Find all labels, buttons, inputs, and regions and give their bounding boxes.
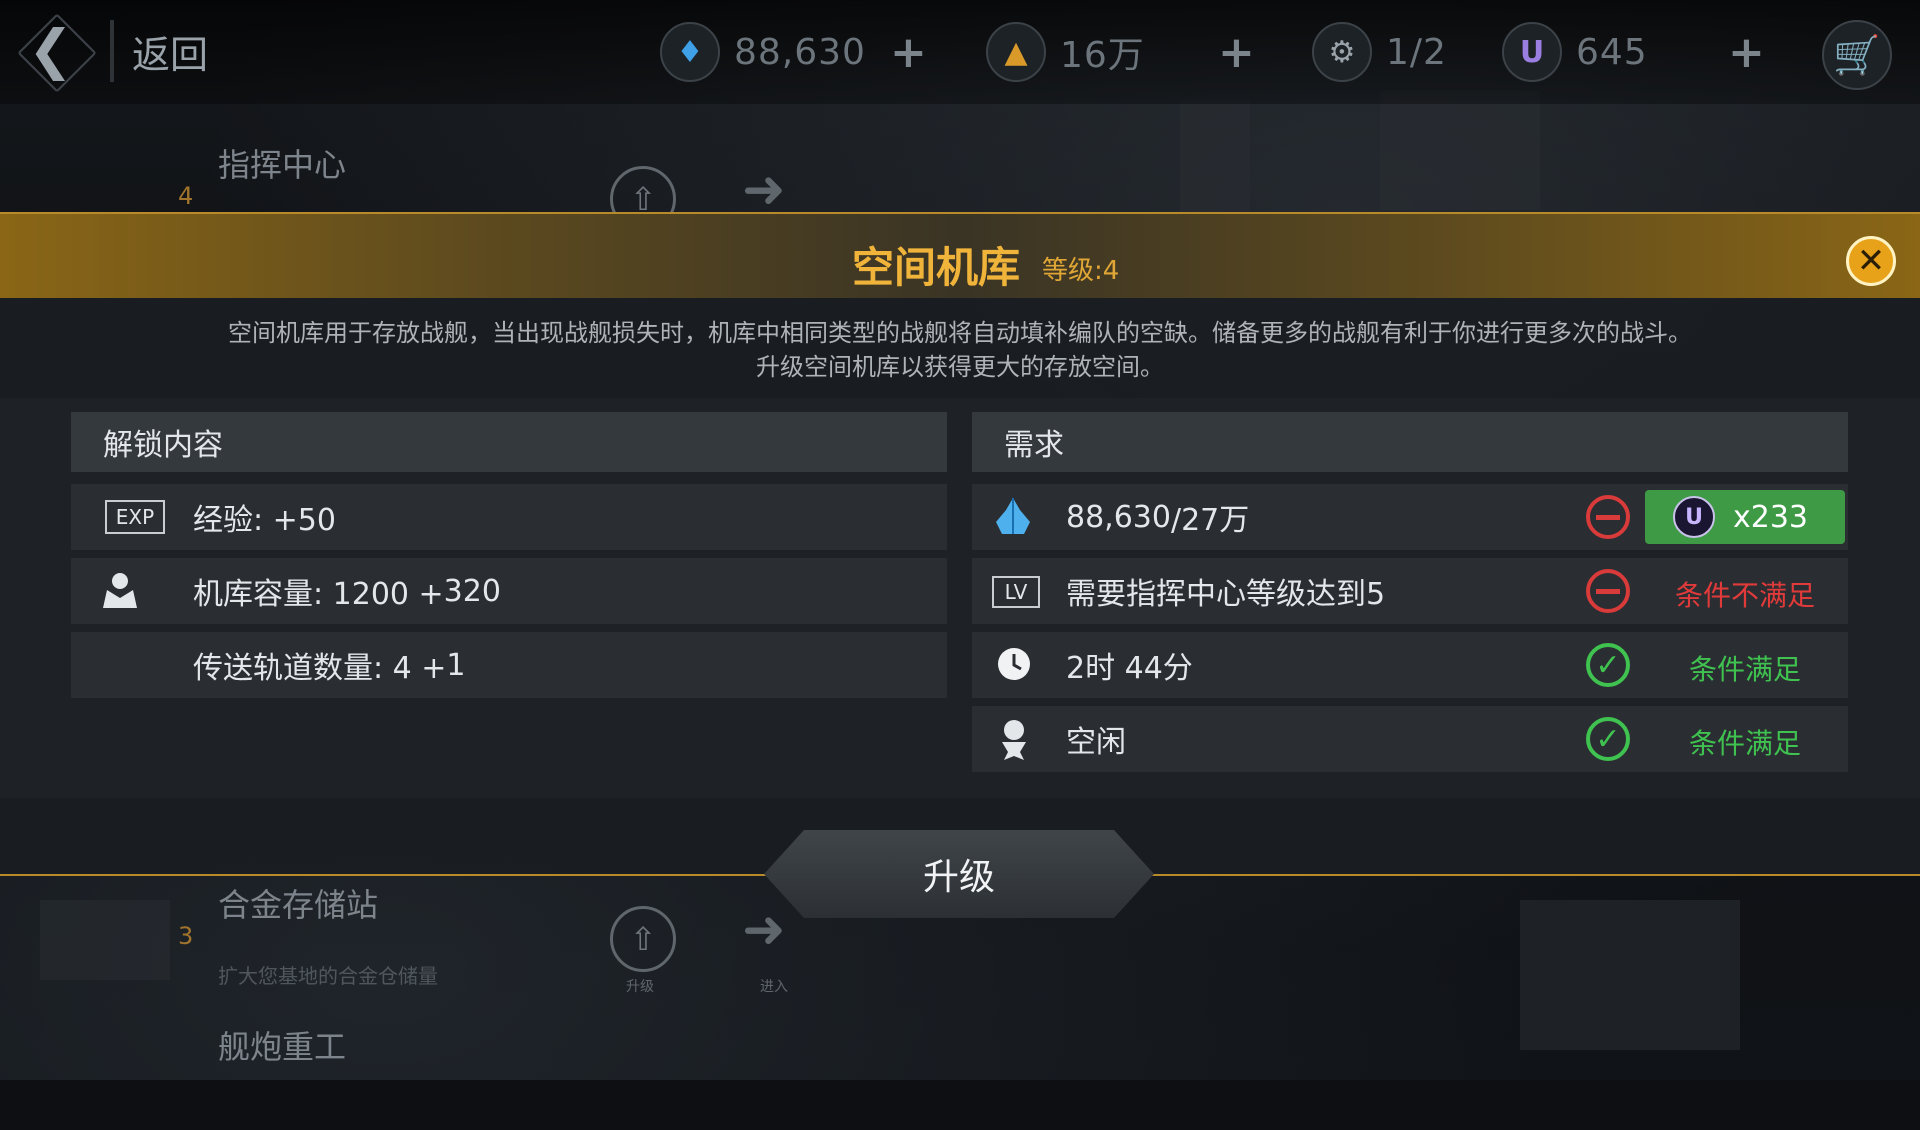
- check-icon: ✓: [1586, 717, 1630, 761]
- crystal-resource: ♦ 88,630: [660, 22, 866, 82]
- list-item[interactable]: 合金存储站 3 扩大您基地的合金仓储量 ⇧ 升级 ➜ 进入: [0, 870, 840, 995]
- plus-icon[interactable]: +: [1218, 27, 1255, 78]
- dialog-header: 空间机库 等级:4 ✕: [0, 212, 1920, 298]
- building-subtitle: 扩大您基地的合金仓储量: [218, 964, 438, 988]
- upgrade-arrow-icon[interactable]: ⇧: [610, 906, 676, 972]
- crystal-icon: ♦: [660, 22, 720, 82]
- dialog-level: 等级:4: [1042, 256, 1120, 286]
- unlock-label: 机库容量: 1200 +: [193, 577, 444, 612]
- unmet-icon: [1586, 495, 1630, 539]
- building-title: 指挥中心: [218, 146, 347, 184]
- requirement-label: 空闲: [1066, 725, 1126, 760]
- building-detail-dialog: 空间机库 等级:4 ✕ 空间机库用于存放战舰，当出现战舰损失时，机库中相同类型的…: [0, 212, 1920, 876]
- requirements-header: 需求: [972, 412, 1848, 472]
- clock-icon: [996, 646, 1032, 682]
- unlock-label: 经验: +50: [193, 503, 336, 538]
- dialog-title: 空间机库: [852, 243, 1021, 292]
- requirement-row: LV 需要指挥中心等级达到5 条件不满足: [972, 558, 1848, 624]
- status-text: 条件满足: [1688, 653, 1801, 686]
- u-currency-resource: U 645: [1502, 22, 1648, 82]
- enter-arrow-icon[interactable]: ➜: [742, 900, 786, 960]
- hangar-capacity-icon: [99, 570, 141, 610]
- dialog-description: 空间机库用于存放战舰，当出现战舰损失时，机库中相同类型的战舰将自动填补编队的空缺…: [0, 316, 1920, 384]
- enter-arrow-icon[interactable]: ➜: [742, 160, 786, 220]
- unlock-row: 传送轨道数量: 4 + 1: [71, 632, 947, 698]
- plus-icon[interactable]: +: [1728, 27, 1765, 78]
- requirement-label: 2时 44分: [1066, 651, 1193, 686]
- alloy-value: 16万: [1060, 35, 1145, 76]
- crystal-icon: [994, 496, 1032, 536]
- drone-icon: ⚙: [1312, 22, 1372, 82]
- drone-resource: ⚙ 1/2: [1312, 22, 1447, 82]
- unlock-header: 解锁内容: [71, 412, 947, 472]
- enter-caption: 进入: [760, 979, 788, 995]
- unlock-bonus: 1: [446, 647, 466, 683]
- divider: [110, 20, 114, 82]
- check-icon: ✓: [1586, 643, 1630, 687]
- shop-cart-icon[interactable]: 🛒: [1822, 20, 1892, 90]
- unlock-row: 机库容量: 1200 + 320: [71, 558, 947, 624]
- upgrade-caption: 升级: [626, 979, 654, 995]
- u-currency-icon: U: [1673, 496, 1715, 538]
- description-line: 空间机库用于存放战舰，当出现战舰损失时，机库中相同类型的战舰将自动填补编队的空缺…: [228, 319, 1692, 347]
- unlock-row: EXP 经验: +50: [71, 484, 947, 550]
- lv-badge-icon: LV: [992, 576, 1040, 608]
- close-icon[interactable]: ✕: [1846, 236, 1896, 286]
- plus-icon[interactable]: +: [890, 27, 927, 78]
- building-title: 舰炮重工: [218, 1028, 347, 1066]
- crystal-value: 88,630: [734, 31, 866, 73]
- building-title: 合金存储站: [218, 886, 379, 924]
- requirement-label: 需要指挥中心等级达到5: [1066, 577, 1386, 612]
- u-currency-value: 645: [1576, 31, 1648, 73]
- crystal-required: /27万: [1170, 503, 1250, 538]
- u-currency-icon: U: [1502, 22, 1562, 82]
- unlock-bonus: 320: [443, 573, 501, 609]
- requirement-row: 空闲 ✓ 条件满足: [972, 706, 1848, 772]
- list-item[interactable]: 舰炮重工: [0, 1010, 840, 1130]
- buy-with-u-button[interactable]: U x233: [1645, 490, 1845, 544]
- alloy-icon: ▲: [986, 22, 1046, 82]
- back-label[interactable]: 返回: [132, 24, 208, 79]
- building-level: 4: [178, 182, 194, 210]
- unlock-label: 传送轨道数量: 4 +: [193, 651, 447, 686]
- crystal-current: 88,630: [1066, 499, 1171, 535]
- requirement-row: 2时 44分 ✓ 条件满足: [972, 632, 1848, 698]
- building-level: 3: [178, 922, 194, 950]
- back-arrow-icon[interactable]: ❮: [28, 22, 73, 78]
- u-cost: x233: [1733, 499, 1809, 535]
- drone-value: 1/2: [1386, 31, 1447, 73]
- drone-icon: [994, 716, 1034, 762]
- unmet-icon: [1586, 569, 1630, 613]
- upgrade-button[interactable]: 升级: [764, 830, 1154, 918]
- top-bar: ❮ 返回 ♦ 88,630 + ▲ 16万 + ⚙ 1/2 U 645 + 🛒: [0, 0, 1920, 104]
- exp-badge-icon: EXP: [105, 500, 165, 534]
- requirement-row: 88,630 /27万 U x233: [972, 484, 1848, 550]
- status-text: 条件满足: [1688, 727, 1801, 760]
- alloy-resource: ▲ 16万: [986, 22, 1145, 82]
- description-line: 升级空间机库以获得更大的存放空间。: [756, 353, 1164, 381]
- status-text: 条件不满足: [1674, 579, 1815, 612]
